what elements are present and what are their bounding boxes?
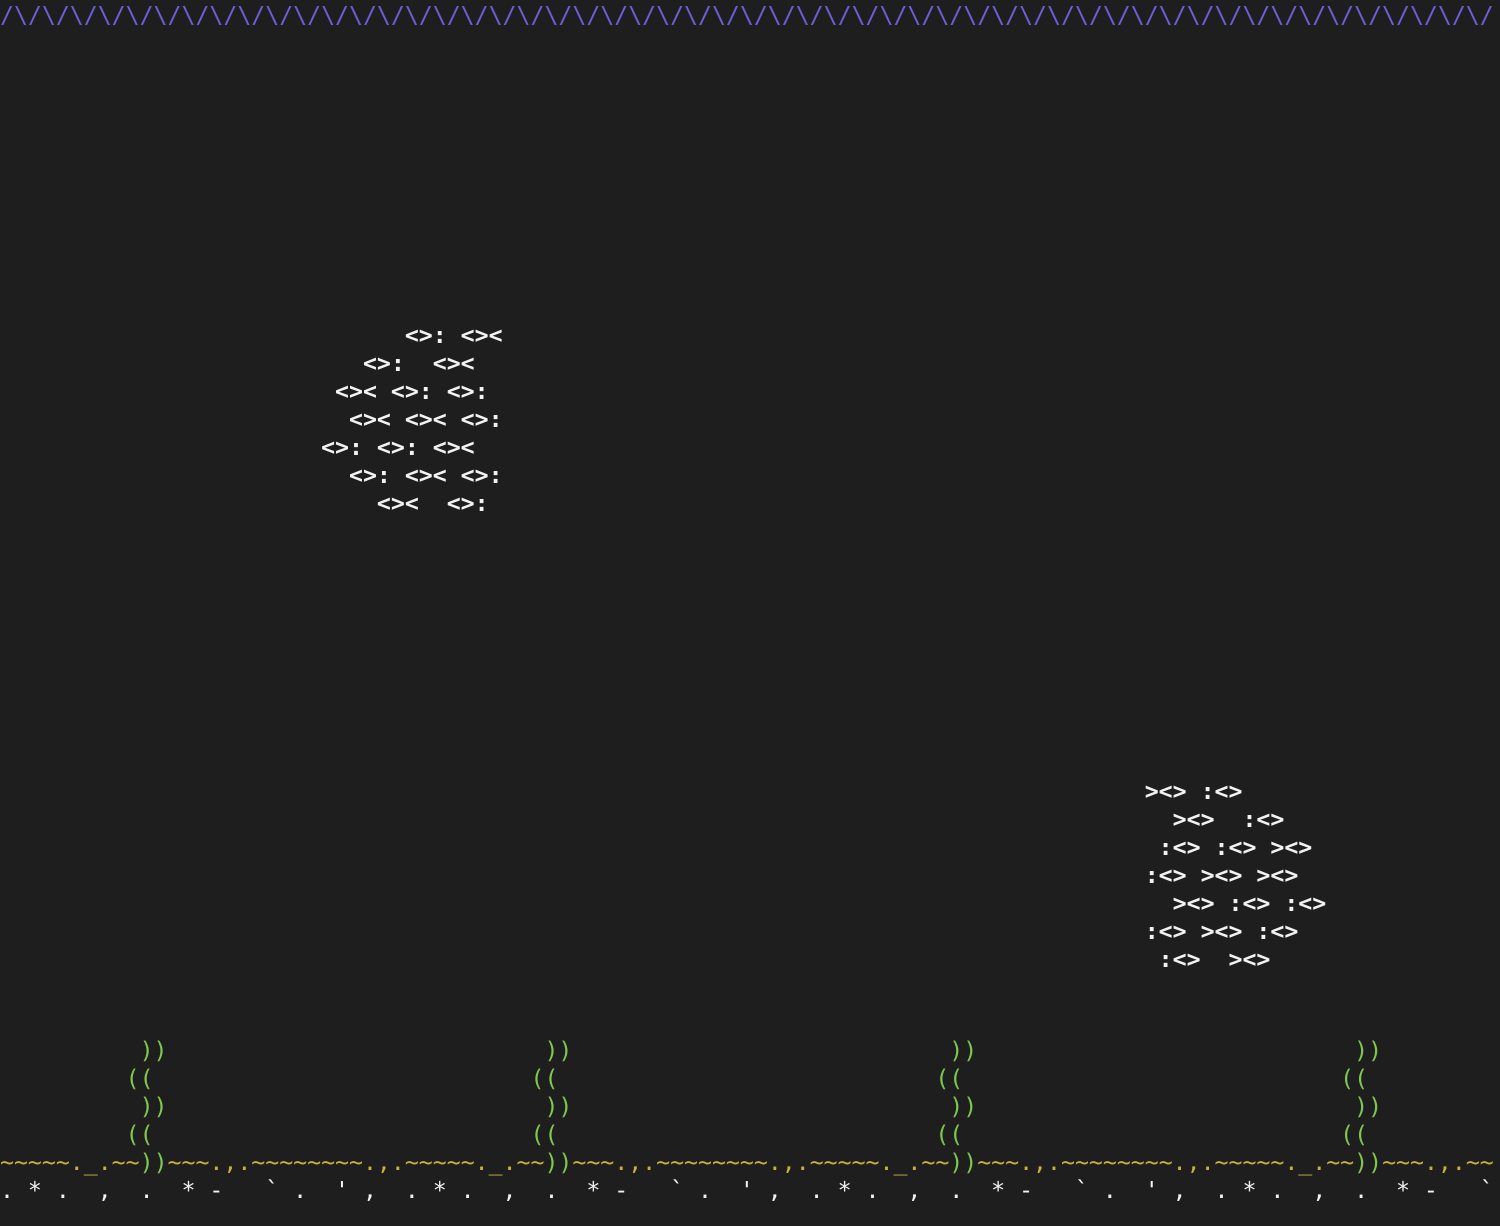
sand-line: . * . , . * - ` . ' , . * . , . * - ` . … (0, 1177, 1494, 1204)
seabed-line: ~~~~~._.~~))~~~.,.~~~~~~~~.,.~~~~~._.~~)… (0, 1149, 1494, 1176)
seaweed-row: )) )) )) )) (( (( (( (( )))))))) (((… (125, 1037, 1383, 1148)
weed-stem: )) (139, 1149, 168, 1176)
weed-stem: )) (544, 1149, 573, 1176)
water-surface: /\/\/\/\/\/\/\/\/\/\/\/\/\/\/\/\/\/\/\/\… (0, 2, 1494, 29)
fish-school-left: <>: <>< <>: <>< <>< <>: <>: <>< <>< <>: … (321, 322, 503, 517)
weed-stem: )) (949, 1149, 978, 1176)
fish-school-right: ><> :<> ><> :<> :<> :<> ><>:<> ><> ><> … (1144, 778, 1327, 973)
weed-stem: )) (1354, 1149, 1383, 1176)
